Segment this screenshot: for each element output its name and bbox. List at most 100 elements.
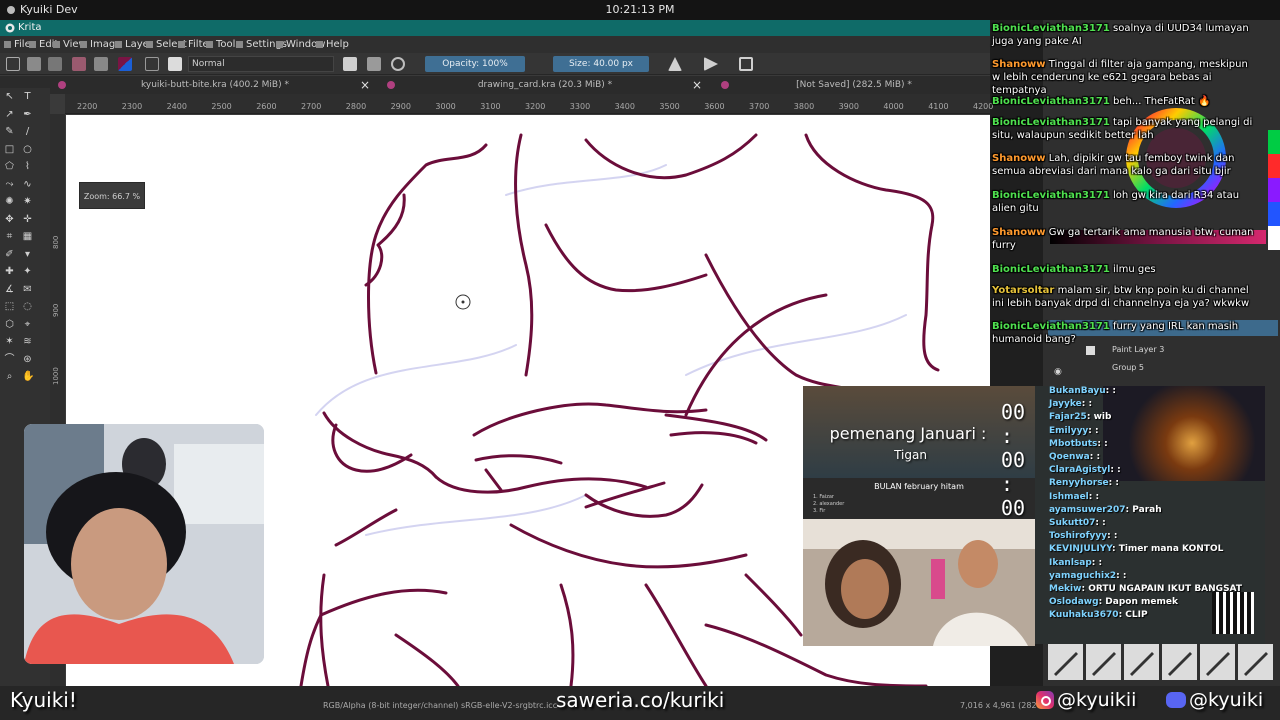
menu-item-help[interactable]: Help	[316, 39, 349, 50]
fill-tool-icon[interactable]: ▾	[22, 249, 33, 260]
ellipse-tool-icon[interactable]: ○	[22, 144, 33, 155]
move-tool-icon[interactable]: ✛	[22, 214, 33, 225]
contiguous-select-tool-icon[interactable]: ✶	[4, 336, 15, 347]
stream-chat-text: Timer mana KONTOL	[1118, 544, 1224, 555]
menu-item-label: Help	[326, 39, 349, 50]
size-slider[interactable]: Size: 40.00 px	[553, 56, 649, 72]
line-tool-icon[interactable]: /	[22, 126, 33, 137]
brush-preset-icon[interactable]	[1086, 644, 1121, 680]
select-shapes-tool-icon[interactable]: ↖	[4, 91, 15, 102]
magnetic-select-tool-icon[interactable]: ⊛	[22, 354, 33, 365]
gradient-tool-icon[interactable]: ▦	[22, 231, 33, 242]
assistant-tool-icon[interactable]: ✦	[22, 266, 33, 277]
chat-message: BionicLeviathan3171 tapi banyak yang pel…	[992, 116, 1254, 142]
close-tab-icon[interactable]: ×	[360, 76, 370, 94]
stream-chat-message: Jayyke: :	[1049, 399, 1093, 410]
ruler-tick-label: 2400	[166, 102, 187, 111]
brush-settings-icon[interactable]	[145, 57, 159, 71]
dynamic-brush-tool-icon[interactable]: ✺	[4, 196, 15, 207]
guest-cam-image	[803, 519, 1035, 646]
bezier-select-tool-icon[interactable]: ⌒	[4, 354, 15, 365]
zoom-tool-icon[interactable]: ⌕	[4, 371, 15, 382]
freehand-path-tool-icon[interactable]: ∿	[22, 179, 33, 190]
zoom-popup: Zoom: 66.7 %	[79, 182, 145, 209]
krita-document-icon	[58, 81, 66, 89]
bezier-tool-icon[interactable]: ⤳	[4, 179, 15, 190]
mirror-horizontal-icon[interactable]	[668, 57, 682, 71]
stream-chat-message: Ishmael: :	[1049, 491, 1100, 502]
smart-patch-tool-icon[interactable]: ✚	[4, 266, 15, 277]
stream-chat-username: ClaraAgistyl	[1049, 465, 1111, 476]
new-document-icon[interactable]	[6, 57, 20, 71]
tab-kyuiki-butt-bite[interactable]: kyuiki-butt-bite.kra (400.2 MiB) * ×	[55, 76, 375, 94]
crop-icon[interactable]	[739, 57, 753, 71]
chat-text: ilmu ges	[1113, 264, 1156, 275]
brush-cursor-icon	[455, 294, 471, 310]
mirror-vertical-icon[interactable]	[704, 57, 718, 71]
reload-preset-icon[interactable]	[391, 57, 405, 71]
pan-tool-icon[interactable]: ✋	[22, 371, 34, 382]
brush-presets	[1048, 644, 1278, 680]
edit-shapes-tool-icon[interactable]: ↗	[4, 109, 15, 120]
similar-select-tool-icon[interactable]: ≋	[22, 336, 33, 347]
close-tab-icon[interactable]: ×	[692, 76, 702, 94]
brush-preset-icon[interactable]	[1238, 644, 1273, 680]
save-icon[interactable]	[48, 57, 62, 71]
color-history-strip[interactable]	[1268, 130, 1280, 250]
streamer-name: Kyuiki!	[10, 688, 77, 712]
transform-tool-icon[interactable]: ✥	[4, 214, 15, 225]
rectangle-tool-icon[interactable]: □	[4, 144, 15, 155]
stream-chat-username: Jayyke	[1049, 399, 1082, 410]
freehand-select-tool-icon[interactable]: ⌖	[22, 319, 33, 330]
game-scene-thumbnail	[1103, 386, 1265, 481]
ruler-tick-label: 3900	[838, 102, 859, 111]
polygon-select-tool-icon[interactable]: ⬡	[4, 319, 15, 330]
measure-tool-icon[interactable]: ∡	[4, 284, 15, 295]
menu-item-file[interactable]: File	[4, 39, 31, 50]
qr-code	[1212, 592, 1254, 634]
rect-select-tool-icon[interactable]: ⬚	[4, 301, 15, 312]
calligraphy-tool-icon[interactable]: ✒	[22, 109, 33, 120]
reference-tool-icon[interactable]: ✉	[22, 284, 33, 295]
ruler-tick-label: 3700	[749, 102, 770, 111]
tab-drawing-card[interactable]: drawing_card.kra (20.3 MiB) * ×	[384, 76, 706, 94]
krita-logo-icon	[5, 23, 15, 33]
stream-chat-message: yamaguchix2: :	[1049, 570, 1127, 581]
menu-item-icon	[178, 41, 185, 48]
polygon-tool-icon[interactable]: ⬠	[4, 161, 15, 172]
brush-preset-icon[interactable]	[1200, 644, 1235, 680]
multibrush-tool-icon[interactable]: ✷	[22, 196, 33, 207]
chat-text: beh... TheFatRat 🔥	[1113, 96, 1211, 107]
blend-mode-select[interactable]: Normal	[188, 56, 334, 72]
ellipse-select-tool-icon[interactable]: ◌	[22, 301, 33, 312]
eraser-icon[interactable]	[343, 57, 357, 71]
gradient-icon[interactable]	[72, 57, 86, 71]
brush-preset-icon[interactable]	[1048, 644, 1083, 680]
discord-icon	[1166, 692, 1186, 708]
brush-preset-icon[interactable]	[1162, 644, 1197, 680]
text-tool-icon[interactable]: T	[22, 91, 33, 102]
pattern-icon[interactable]	[94, 57, 108, 71]
stream-chat-text: :	[1117, 465, 1121, 476]
color-picker-tool-icon[interactable]: ✐	[4, 249, 15, 260]
alpha-lock-icon[interactable]	[367, 57, 381, 71]
color-swatch-icon[interactable]	[118, 57, 132, 71]
stream-chat-message: Fajar25: wib	[1049, 412, 1112, 423]
brush-preset-icon[interactable]	[168, 57, 182, 71]
top-donor-list: 1. Faizar 2. alexander 3. Fir	[813, 494, 844, 515]
brush-preset-icon[interactable]	[1124, 644, 1159, 680]
ruler-tick-label: 3500	[659, 102, 680, 111]
open-folder-icon[interactable]	[27, 57, 41, 71]
freehand-brush-tool-icon[interactable]: ✎	[4, 126, 15, 137]
tab-not-saved[interactable]: [Not Saved] (282.5 MiB) *	[718, 76, 990, 94]
visibility-eye-icon[interactable]: ◉	[1054, 364, 1062, 380]
menu-item-icon	[206, 41, 213, 48]
stream-chat-username: Sukutt07	[1049, 518, 1096, 528]
stream-chat-username: ayamsuwer207	[1049, 504, 1126, 515]
stream-chat-text: :	[1122, 570, 1127, 581]
polyline-tool-icon[interactable]: ⌇	[22, 161, 33, 172]
canvas-size-status: 7,016 x 4,961 (282	[960, 701, 1037, 710]
opacity-slider[interactable]: Opacity: 100%	[425, 56, 525, 72]
ruler-tick-label: 2300	[121, 102, 143, 111]
crop-tool-icon[interactable]: ⌗	[4, 231, 15, 242]
